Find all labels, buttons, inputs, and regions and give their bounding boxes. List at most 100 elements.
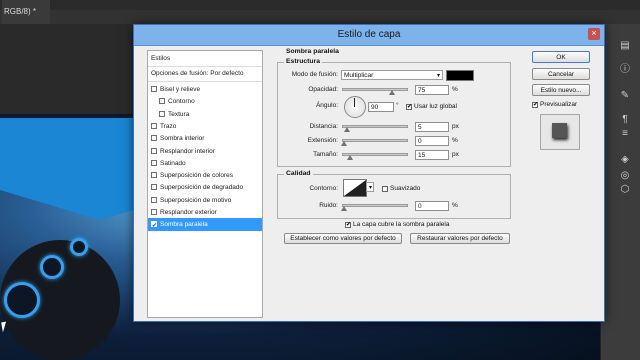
effect-checkbox[interactable] [151, 209, 157, 215]
spread-unit: % [452, 137, 458, 144]
close-icon[interactable]: × [588, 28, 600, 40]
distance-slider-knob[interactable] [344, 127, 350, 132]
canvas-circle-small [70, 238, 88, 256]
noise-slider[interactable] [341, 204, 408, 211]
knockout-label: La capa cubre la sombra paralela [353, 221, 450, 228]
distance-slider[interactable] [342, 125, 408, 132]
layer-style-dialog: Estilo de capa × Estilos Opciones de fus… [133, 24, 605, 322]
effect-checkbox[interactable] [151, 122, 157, 129]
section-title: Sombra paralela [284, 48, 341, 56]
effect-checkbox[interactable] [151, 196, 157, 203]
right-tools-panel: ▤ ⓘ ✎ ¶ ≡ ◈ ◎ ⬡ [600, 24, 640, 360]
channels-icon[interactable]: ◎ [619, 170, 631, 182]
knockout-checkbox[interactable] [345, 221, 351, 228]
effect-item[interactable]: Satinado [148, 157, 262, 170]
opacity-input[interactable]: 75 [415, 85, 449, 95]
preview-square [552, 123, 567, 138]
reset-default-button[interactable]: Restaurar valores por defecto [410, 233, 510, 244]
effect-checkbox[interactable] [151, 184, 157, 191]
angle-label: Ángulo: [315, 102, 338, 109]
ok-button[interactable]: OK [532, 51, 590, 63]
blend-options-item[interactable]: Opciones de fusión: Por defecto [148, 67, 265, 80]
contour-label: Contorno: [309, 185, 338, 192]
quality-legend: Calidad [284, 170, 313, 178]
shadow-color-swatch[interactable] [446, 70, 474, 81]
info-icon[interactable]: ⓘ [619, 64, 631, 76]
effect-label: Bisel y relieve [160, 86, 201, 93]
size-label: Tamaño: [313, 151, 338, 158]
effect-checkbox[interactable] [159, 98, 165, 105]
opacity-slider[interactable] [342, 88, 408, 95]
effect-item[interactable]: Superposición de motivo [148, 194, 262, 207]
canvas-blue-band [0, 118, 135, 192]
antialias-checkbox[interactable] [382, 186, 388, 192]
noise-input[interactable]: 0 [415, 201, 449, 211]
history-icon[interactable]: ▤ [619, 40, 631, 52]
styles-header[interactable]: Estilos [148, 52, 265, 65]
effect-label: Textura [168, 110, 190, 118]
options-bar [0, 10, 640, 24]
size-input[interactable]: 15 [415, 150, 449, 160]
opacity-label: Opacidad: [308, 86, 338, 93]
preview-checkbox[interactable] [532, 101, 538, 108]
document-tab[interactable]: RGB/8) * [2, 0, 50, 24]
spread-input[interactable]: 0 [415, 136, 449, 146]
effect-checkbox[interactable] [151, 147, 157, 154]
effect-checkbox[interactable] [151, 86, 157, 92]
chevron-down-icon: ▾ [436, 73, 440, 79]
new-style-button[interactable]: Estilo nuevo... [532, 84, 590, 96]
effect-checkbox[interactable] [159, 110, 165, 117]
effect-item[interactable]: Resplandor interior [148, 145, 262, 158]
styles-list: Estilos Opciones de fusión: Por defecto … [147, 50, 263, 318]
contour-dropdown[interactable]: ▾ [366, 182, 374, 192]
opacity-slider-knob[interactable] [389, 90, 395, 95]
make-default-button[interactable]: Establecer como valores por defecto [284, 233, 402, 244]
effect-label: Superposición de motivo [160, 196, 232, 204]
layers-icon[interactable]: ◈ [619, 154, 631, 166]
spread-slider[interactable] [341, 139, 408, 146]
effect-item[interactable]: Textura [148, 108, 262, 121]
effect-item[interactable]: Trazo [148, 120, 262, 133]
size-slider[interactable] [342, 153, 408, 160]
spread-slider-knob[interactable] [341, 141, 347, 146]
brush-icon[interactable]: ✎ [619, 90, 631, 102]
effect-item[interactable]: Superposición de degradado [148, 181, 262, 194]
dialog-titlebar[interactable]: Estilo de capa × [134, 25, 604, 46]
distance-input[interactable]: 5 [415, 122, 449, 132]
chevron-down-icon: ▾ [368, 185, 372, 191]
angle-input[interactable]: 90 [368, 102, 394, 112]
effect-label: Contorno [168, 98, 195, 106]
contour-picker[interactable] [343, 179, 367, 197]
effect-item[interactable]: Superposición de colores [148, 169, 262, 182]
blend-mode-label: Modo de fusión: [291, 71, 338, 78]
adjust-icon[interactable]: ≡ [619, 128, 631, 140]
structure-legend: Estructura [284, 58, 322, 66]
effect-checkbox[interactable] [151, 220, 157, 233]
effect-item[interactable]: Sombra paralela [148, 218, 262, 233]
distance-label: Distancia: [309, 123, 338, 130]
effect-item[interactable]: Resplandor exterior [148, 206, 262, 219]
angle-unit: ° [396, 102, 399, 109]
effect-label: Resplandor exterior [160, 209, 217, 216]
effect-item[interactable]: Bisel y relieve [148, 83, 262, 96]
blend-mode-select[interactable]: Multiplicar ▾ [341, 70, 443, 80]
noise-slider-knob[interactable] [341, 206, 347, 211]
contour-curve-icon [344, 180, 366, 196]
size-slider-knob[interactable] [347, 155, 353, 160]
effect-item[interactable]: Contorno [148, 95, 262, 108]
cancel-button[interactable]: Cancelar [532, 68, 590, 80]
global-light-checkbox[interactable] [406, 103, 412, 110]
angle-dial-needle [354, 98, 355, 107]
paths-icon[interactable]: ⬡ [619, 184, 631, 196]
effect-checkbox[interactable] [151, 172, 157, 179]
character-icon[interactable]: ¶ [619, 114, 631, 126]
effect-label: Trazo [160, 122, 177, 130]
effect-item[interactable]: Sombra interior [148, 132, 262, 145]
effect-checkbox[interactable] [151, 159, 157, 166]
style-preview-thumbnail [540, 114, 580, 150]
dialog-title: Estilo de capa [337, 29, 401, 40]
effect-checkbox[interactable] [151, 135, 157, 142]
effect-label: Resplandor interior [160, 147, 215, 155]
quality-group [277, 174, 511, 219]
angle-dial[interactable] [344, 96, 366, 118]
